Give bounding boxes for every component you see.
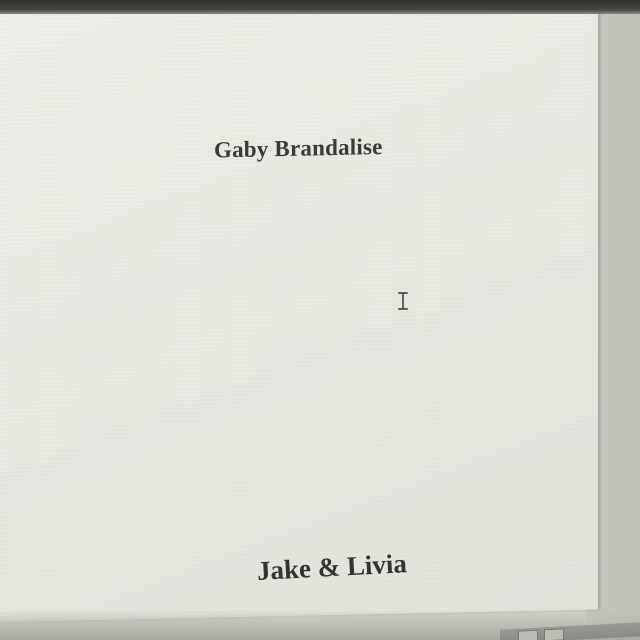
monitor-bezel xyxy=(0,0,640,14)
text-cursor-icon xyxy=(398,292,408,310)
document-heading: Gaby Brandalise xyxy=(214,133,383,163)
document-page[interactable]: Gaby Brandalise xyxy=(0,0,598,622)
taskbar-button[interactable] xyxy=(518,629,538,640)
screen: Gaby Brandalise Jake & Livia xyxy=(0,0,640,640)
taskbar-button[interactable] xyxy=(544,628,564,640)
